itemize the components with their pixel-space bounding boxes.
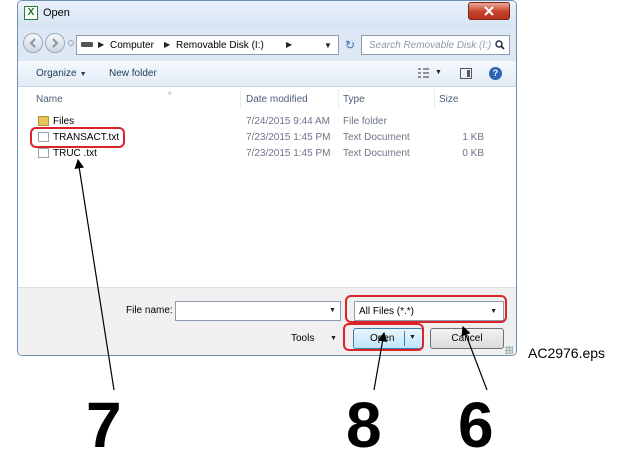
callout-number-8: 8 <box>346 389 382 461</box>
leader-8 <box>373 331 388 391</box>
figure-id: AC2976.eps <box>528 345 606 361</box>
leader-7 <box>74 158 115 391</box>
leader-6 <box>461 325 488 391</box>
callout-number-6: 6 <box>458 389 494 461</box>
callout-number-7: 7 <box>86 389 122 461</box>
